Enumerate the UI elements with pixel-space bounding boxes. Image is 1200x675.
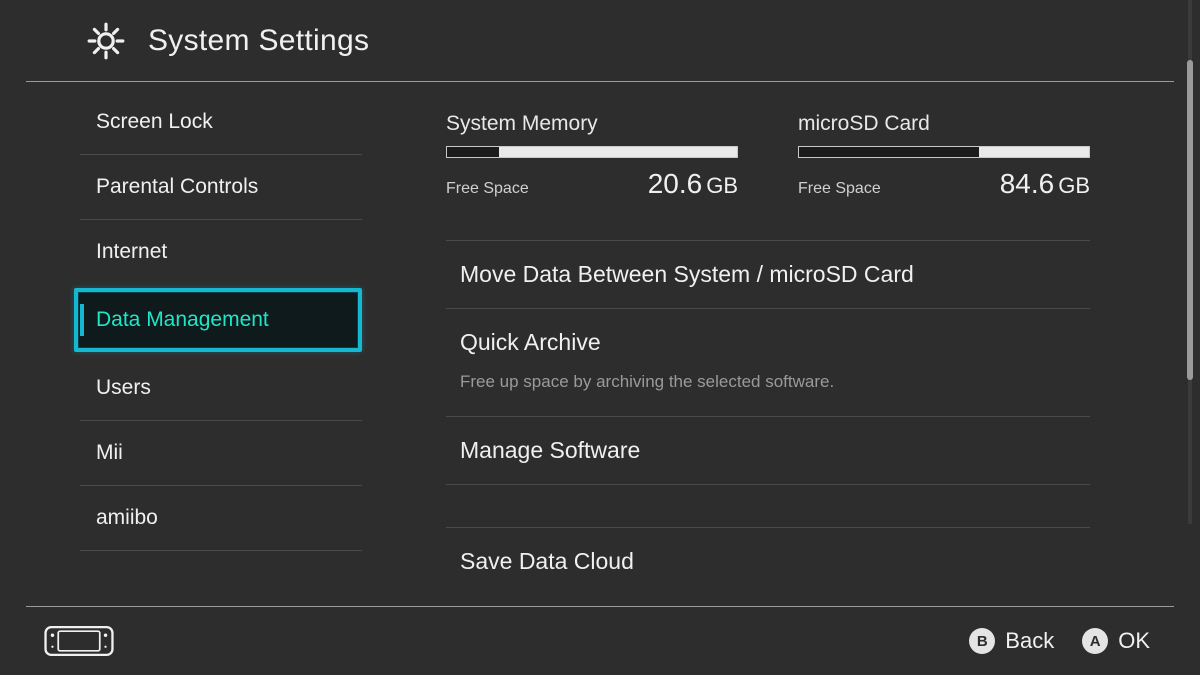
free-space-label: Free Space	[798, 180, 881, 198]
sidebar-item-label: Screen Lock	[96, 110, 213, 134]
storage-system-title: System Memory	[446, 112, 738, 136]
option-manage-software[interactable]: Manage Software	[446, 417, 1090, 484]
sidebar-item-label: Internet	[96, 240, 167, 264]
option-label: Save Data Cloud	[460, 548, 634, 574]
page-title: System Settings	[148, 24, 369, 58]
storage-sd: microSD Card Free Space 84.6GB	[798, 112, 1090, 200]
sidebar-item-amiibo[interactable]: amiibo	[74, 486, 362, 550]
option-label: Move Data Between System / microSD Card	[460, 261, 914, 287]
sidebar-item-label: amiibo	[96, 506, 158, 530]
sidebar-item-label: Data Management	[96, 308, 269, 332]
option-label: Quick Archive	[460, 329, 601, 355]
option-quick-archive-desc: Free up space by archiving the selected …	[446, 372, 1090, 416]
spacer	[446, 485, 1090, 527]
storage-sd-title: microSD Card	[798, 112, 1090, 136]
content: System Memory Free Space 20.6GB microSD …	[388, 82, 1200, 606]
storage-row: System Memory Free Space 20.6GB microSD …	[446, 112, 1090, 200]
sidebar-item-internet[interactable]: Internet	[74, 220, 362, 284]
sidebar-item-users[interactable]: Users	[74, 356, 362, 420]
scrollbar[interactable]	[1186, 0, 1192, 524]
b-button-icon: B	[969, 628, 995, 654]
sidebar-item-parental-controls[interactable]: Parental Controls	[74, 155, 362, 219]
storage-system-bar-fill	[499, 147, 737, 157]
header: System Settings	[26, 0, 1174, 82]
free-space-label: Free Space	[446, 180, 529, 198]
sidebar-item-data-management[interactable]: Data Management	[74, 288, 362, 352]
sidebar-item-label: Parental Controls	[96, 175, 258, 199]
main: Screen Lock Parental Controls Internet D…	[0, 82, 1200, 606]
option-label: Manage Software	[460, 437, 640, 463]
storage-system-info: Free Space 20.6GB	[446, 168, 738, 200]
ok-button[interactable]: A OK	[1082, 628, 1150, 654]
back-button[interactable]: B Back	[969, 628, 1054, 654]
scrollbar-thumb[interactable]	[1187, 60, 1193, 380]
storage-system: System Memory Free Space 20.6GB	[446, 112, 738, 200]
gear-icon	[86, 21, 126, 61]
footer: B Back A OK	[26, 606, 1174, 675]
sidebar-item-mii[interactable]: Mii	[74, 421, 362, 485]
option-save-data-cloud[interactable]: Save Data Cloud	[446, 528, 1090, 595]
divider	[80, 550, 362, 551]
free-space-value: 20.6GB	[648, 168, 738, 200]
a-button-icon: A	[1082, 628, 1108, 654]
ok-label: OK	[1118, 628, 1150, 654]
free-space-value: 84.6GB	[1000, 168, 1090, 200]
storage-sd-bar	[798, 146, 1090, 158]
option-move-data[interactable]: Move Data Between System / microSD Card	[446, 241, 1090, 308]
back-label: Back	[1005, 628, 1054, 654]
sidebar-item-label: Mii	[96, 441, 123, 465]
sidebar: Screen Lock Parental Controls Internet D…	[0, 82, 388, 606]
option-quick-archive[interactable]: Quick Archive	[446, 309, 1090, 376]
storage-sd-info: Free Space 84.6GB	[798, 168, 1090, 200]
storage-system-bar	[446, 146, 738, 158]
storage-sd-bar-fill	[979, 147, 1089, 157]
console-icon	[42, 625, 116, 657]
sidebar-item-label: Users	[96, 376, 151, 400]
sidebar-item-screen-lock[interactable]: Screen Lock	[74, 90, 362, 154]
